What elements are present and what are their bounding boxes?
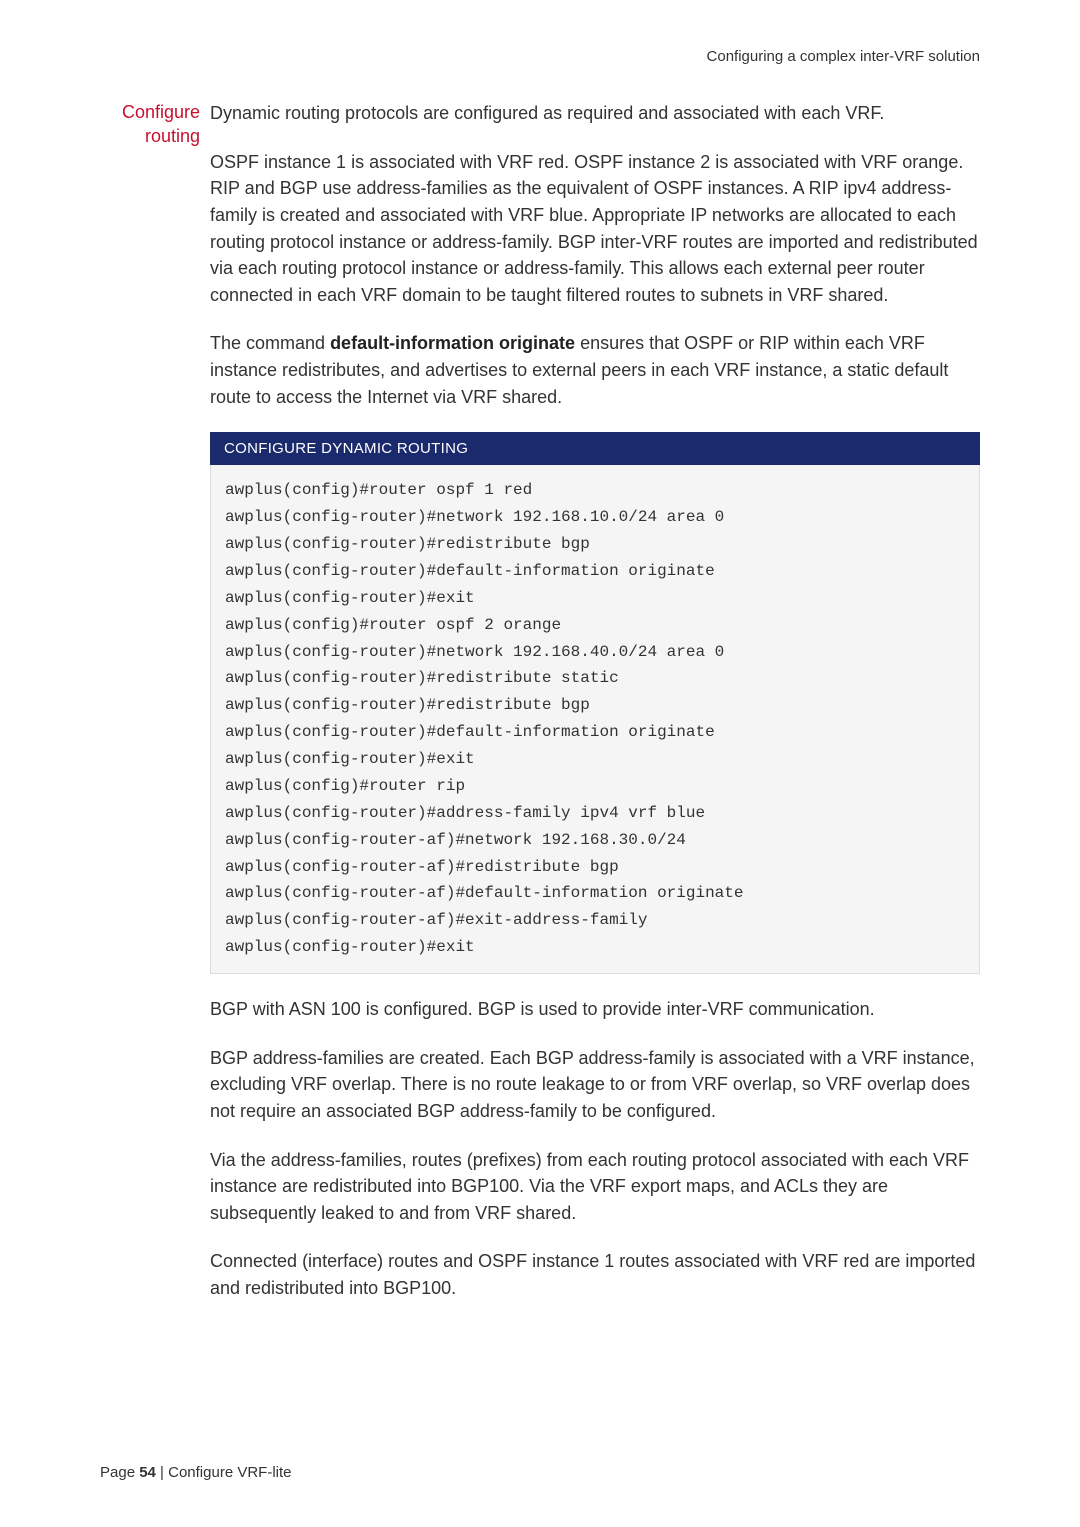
page-footer: Page 54 | Configure VRF-lite	[100, 1464, 292, 1481]
paragraph-6: Connected (interface) routes and OSPF in…	[210, 1248, 980, 1301]
running-header: Configuring a complex inter-VRF solution	[707, 48, 980, 65]
main-content: Configure routing Dynamic routing protoc…	[210, 100, 980, 1324]
command-name: default-information originate	[330, 333, 575, 353]
side-label-line2: routing	[145, 126, 200, 146]
paragraph-3: BGP with ASN 100 is configured. BGP is u…	[210, 996, 980, 1023]
paragraph-1: OSPF instance 1 is associated with VRF r…	[210, 149, 980, 309]
footer-page-number: 54	[139, 1464, 156, 1481]
footer-separator: |	[156, 1464, 168, 1481]
paragraph-5: Via the address-families, routes (prefix…	[210, 1147, 980, 1227]
side-label: Configure routing	[100, 100, 200, 149]
side-label-line1: Configure	[122, 102, 200, 122]
paragraph-4: BGP address-families are created. Each B…	[210, 1045, 980, 1125]
paragraph-2: The command default-information originat…	[210, 330, 980, 410]
code-block-header: CONFIGURE DYNAMIC ROUTING	[210, 432, 980, 465]
code-block: awplus(config)#router ospf 1 red awplus(…	[210, 465, 980, 974]
footer-page-prefix: Page	[100, 1464, 139, 1481]
footer-title: Configure VRF-lite	[168, 1464, 291, 1481]
intro-paragraph: Dynamic routing protocols are configured…	[210, 100, 980, 127]
para2-pre: The command	[210, 333, 330, 353]
